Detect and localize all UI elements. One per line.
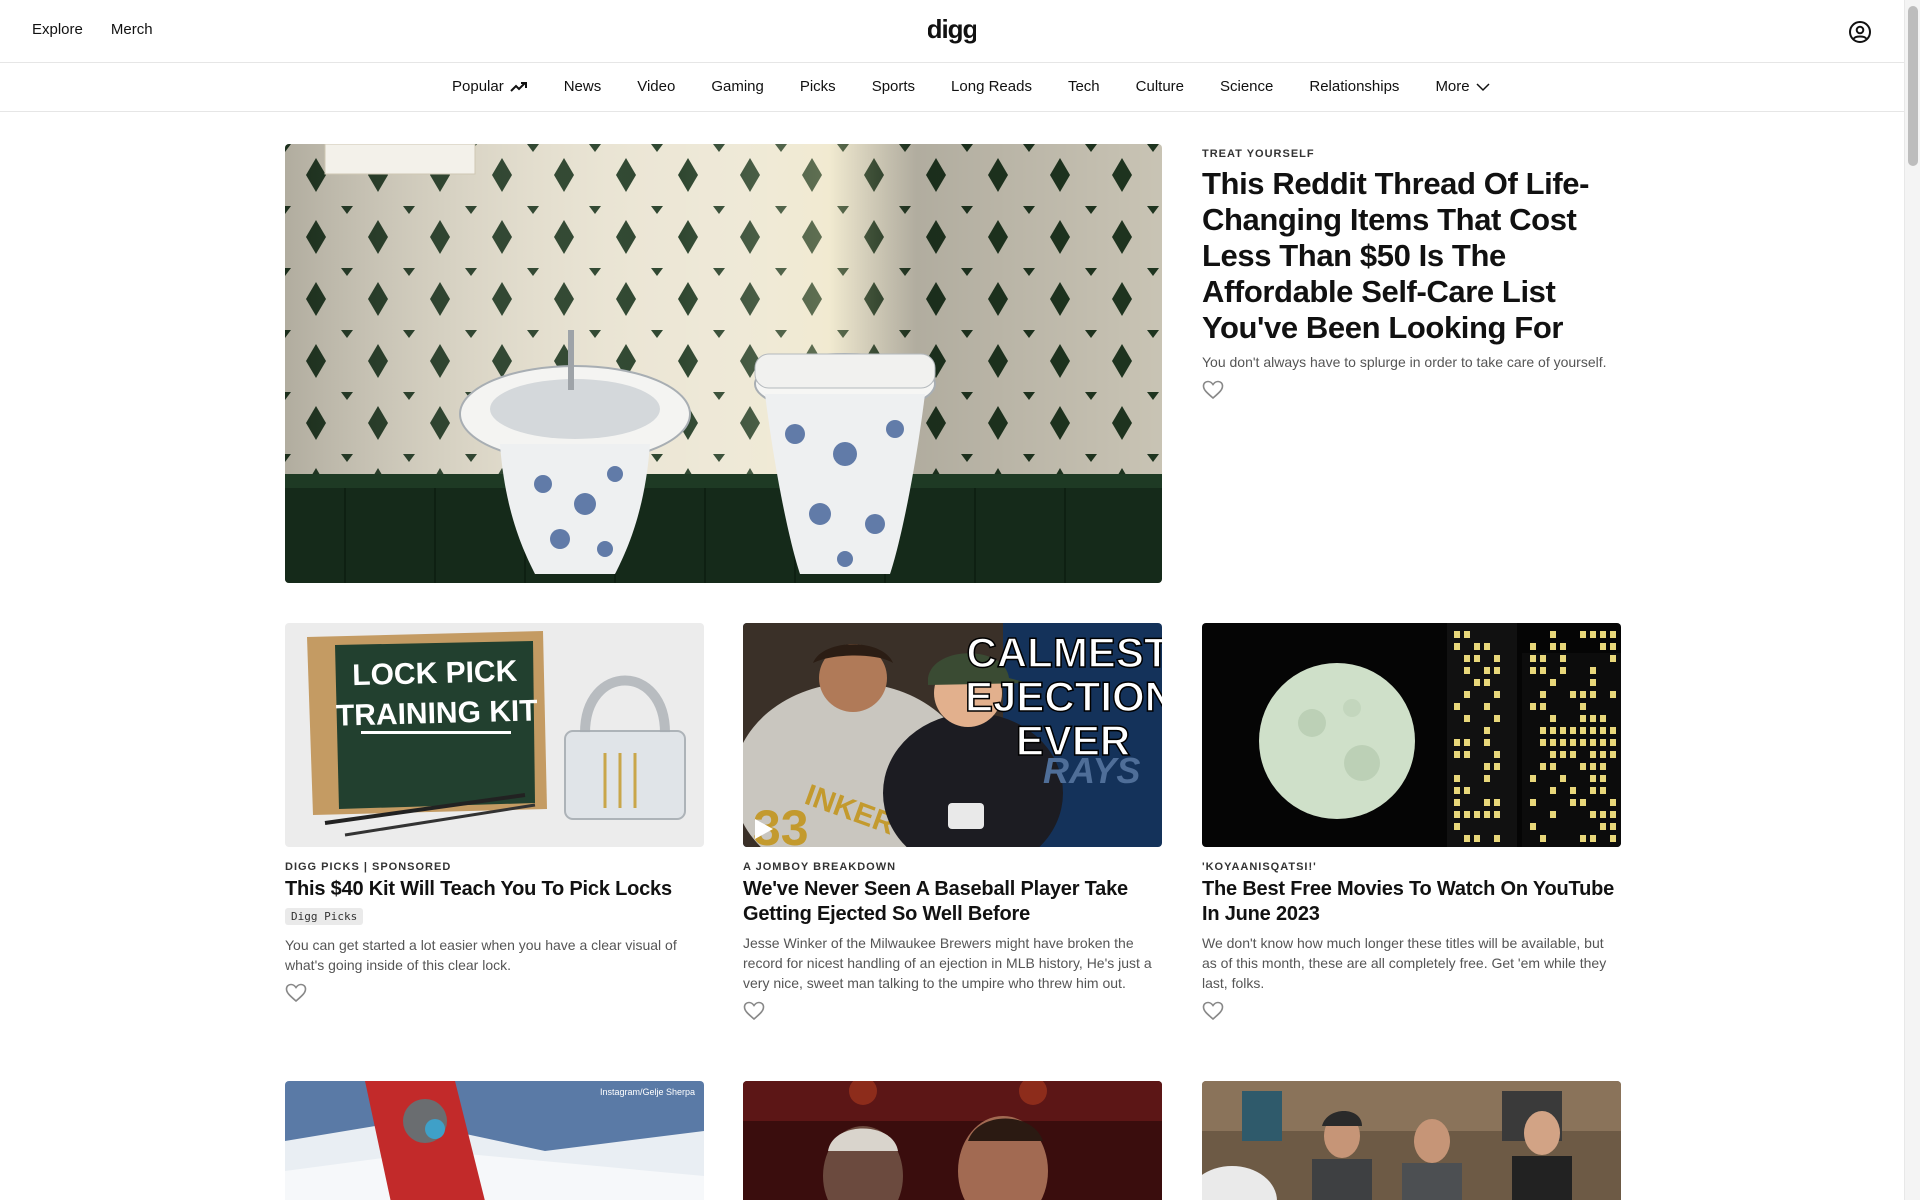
explore-link[interactable]: Explore [32,21,83,38]
article-image[interactable] [743,1081,1162,1200]
nav-item-label: Video [637,78,676,95]
scrollbar-thumb[interactable] [1908,6,1918,166]
nav-item-label: Picks [799,78,836,95]
nav-item-culture[interactable]: Culture [1136,78,1184,95]
nav-item-more[interactable]: More [1435,78,1490,95]
nav-item-label: Long Reads [951,78,1032,95]
card-title[interactable]: This $40 Kit Will Teach You To Pick Lock… [285,877,704,902]
nav-item-label: Science [1220,78,1274,95]
heart-icon[interactable] [743,1001,765,1021]
svg-text:EVER: EVER [1016,717,1130,764]
card-description: You can get started a lot easier when yo… [285,937,677,973]
card-kicker[interactable]: DIGG PICKS | SPONSORED [285,861,704,873]
card-kicker[interactable]: A JOMBOY BREAKDOWN [743,861,1162,873]
svg-text:CALMEST: CALMEST [967,629,1163,676]
nav-item-label: Tech [1067,78,1100,95]
heart-icon[interactable] [1202,1001,1224,1021]
page-scrollbar[interactable] [1904,0,1920,1200]
nav-item-label: Culture [1135,78,1184,95]
card-kicker[interactable]: 'KOYAANISQATSI!' [1202,861,1621,873]
bidet-and-toilet-photo [285,144,1162,583]
hero-article: TREAT YOURSELF This Reddit Thread Of Lif… [1202,148,1622,400]
article-image[interactable] [1202,623,1621,847]
hero-description: You don't always have to splurge in orde… [1202,354,1607,370]
card-description: We don't know how much longer these titl… [1202,935,1607,991]
lock-pick-kit-photo: LOCK PICK TRAINING KIT [285,623,704,847]
nav-item-science[interactable]: Science [1220,78,1273,95]
nav-item-label: News [563,78,602,95]
article-card: 'KOYAANISQATSI!' The Best Free Movies To… [1202,623,1621,1021]
hero-title[interactable]: This Reddit Thread Of Life-Changing Item… [1202,166,1622,346]
digg-logo[interactable]: digg [928,16,976,46]
article-image[interactable] [1202,1081,1621,1200]
svg-text:digg: digg [928,16,976,44]
card-title[interactable]: The Best Free Movies To Watch On YouTube… [1202,877,1621,927]
article-image[interactable]: Instagram/Gelje Sherpa [285,1081,704,1200]
article-image[interactable]: LOCK PICK TRAINING KIT [285,623,704,847]
moon-over-city-photo [1202,623,1621,847]
red-lit-scene-photo [743,1081,1162,1200]
article-card: LOCK PICK TRAINING KIT DIGG PICKS | SPON… [285,623,704,1003]
trending-up-icon [509,81,527,92]
nav-item-news[interactable]: News [564,78,602,95]
nav-item-long-reads[interactable]: Long Reads [951,78,1032,95]
nav-item-label: Popular [452,78,504,95]
nav-item-gaming[interactable]: Gaming [711,78,764,95]
nav-item-relationships[interactable]: Relationships [1309,78,1399,95]
nav-item-video[interactable]: Video [637,78,675,95]
article-card: INKER 33 RAYS CALMEST EJECTION EVER A JO… [743,623,1162,1021]
svg-text:LOCK PICK: LOCK PICK [352,655,518,692]
nav-item-tech[interactable]: Tech [1068,78,1100,95]
nav-item-label: Sports [871,78,916,95]
account-circle-icon[interactable] [1848,20,1872,44]
merch-link[interactable]: Merch [111,21,153,38]
hero-image[interactable] [285,144,1162,583]
nav-item-label: Gaming [711,78,764,95]
category-nav: Popular News Video Gaming Picks Sports L… [0,64,1904,112]
nav-item-picks[interactable]: Picks [800,78,836,95]
nav-item-sports[interactable]: Sports [872,78,915,95]
header-left-links: Explore Merch [32,21,153,38]
baseball-ejection-thumbnail: INKER 33 RAYS CALMEST EJECTION EVER [743,623,1162,847]
men-at-table-photo [1202,1081,1621,1200]
heart-icon[interactable] [285,983,307,1003]
svg-text:TRAINING KIT: TRAINING KIT [336,694,538,732]
card-description: Jesse Winker of the Milwaukee Brewers mi… [743,935,1152,991]
hero-kicker[interactable]: TREAT YOURSELF [1202,148,1622,160]
svg-text:EJECTION: EJECTION [965,673,1162,720]
nav-item-popular[interactable]: Popular [452,78,528,95]
card-title[interactable]: We've Never Seen A Baseball Player Take … [743,877,1162,927]
mountaineer-photo: Instagram/Gelje Sherpa [285,1081,704,1200]
svg-text:Instagram/Gelje Sherpa: Instagram/Gelje Sherpa [600,1087,695,1097]
nav-item-label: Relationships [1309,78,1400,95]
top-header: Explore Merch digg [0,0,1904,63]
heart-icon[interactable] [1202,380,1224,400]
chevron-down-icon [1476,82,1490,91]
sponsor-tag: Digg Picks [285,908,364,925]
nav-item-label: More [1435,78,1470,95]
article-image[interactable]: INKER 33 RAYS CALMEST EJECTION EVER [743,623,1162,847]
